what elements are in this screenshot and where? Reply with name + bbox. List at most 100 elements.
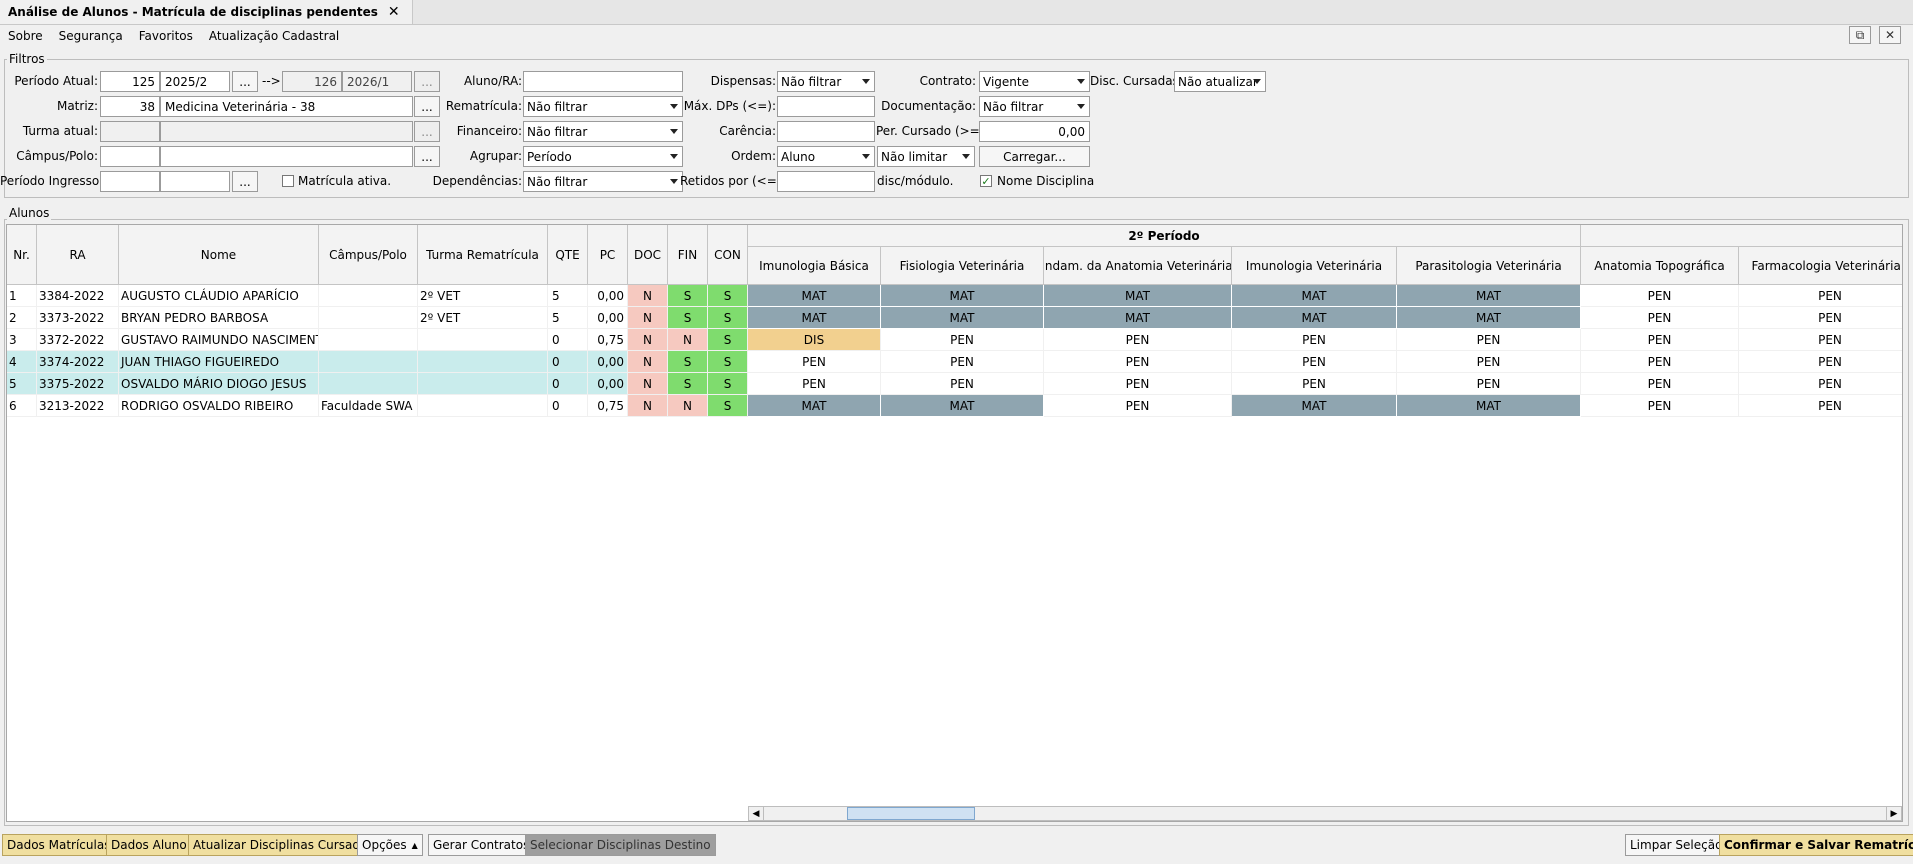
menu-seguranca[interactable]: Segurança <box>59 29 123 43</box>
table-cell-doc[interactable]: N <box>628 351 668 373</box>
discipline-status-cell[interactable]: PEN <box>1581 373 1739 395</box>
table-cell-pc[interactable]: 0,75 <box>588 329 628 351</box>
column-header[interactable]: QTE <box>548 225 588 285</box>
checkbox-checked-icon[interactable]: ✓ <box>980 175 992 187</box>
selecionar-disciplinas-button[interactable]: Selecionar Disciplinas Destino <box>525 834 716 856</box>
column-header[interactable]: Nome <box>119 225 319 285</box>
campus-code-field[interactable] <box>100 146 160 167</box>
menu-atualizacao-cadastral[interactable]: Atualização Cadastral <box>209 29 339 43</box>
discipline-status-cell[interactable]: PEN <box>748 351 881 373</box>
discipline-status-cell[interactable]: PEN <box>881 351 1044 373</box>
discipline-status-cell[interactable]: PEN <box>1397 329 1581 351</box>
table-cell-nome[interactable]: OSVALDO MÁRIO DIOGO JESUS <box>119 373 319 395</box>
table-cell-campus[interactable] <box>319 307 418 329</box>
max-dps-input[interactable] <box>777 96 875 117</box>
column-header[interactable]: Imunologia Básica <box>748 247 881 285</box>
limitar-select[interactable]: Não limitar <box>877 146 975 167</box>
periodo-ingresso-lookup-button[interactable]: ... <box>232 171 258 192</box>
table-cell-nr[interactable]: 6 <box>7 395 37 417</box>
table-cell-qte[interactable]: 0 <box>548 329 588 351</box>
table-cell-doc[interactable]: N <box>628 307 668 329</box>
financeiro-select[interactable]: Não filtrar <box>523 121 683 142</box>
table-cell-campus[interactable] <box>319 329 418 351</box>
discipline-status-cell[interactable]: PEN <box>1044 373 1232 395</box>
table-cell-nome[interactable]: BRYAN PEDRO BARBOSA <box>119 307 319 329</box>
menu-favoritos[interactable]: Favoritos <box>139 29 193 43</box>
discipline-status-cell[interactable]: MAT <box>881 285 1044 307</box>
discipline-status-cell[interactable]: PEN <box>1739 285 1902 307</box>
matriz-field[interactable]: Medicina Veterinária - 38 <box>160 96 413 117</box>
table-cell-pc[interactable]: 0,00 <box>588 373 628 395</box>
table-cell-doc[interactable]: N <box>628 329 668 351</box>
column-header[interactable]: DOC <box>628 225 668 285</box>
scroll-left-icon[interactable]: ◀ <box>749 807 764 820</box>
dependencias-select[interactable]: Não filtrar <box>523 171 683 192</box>
discipline-status-cell[interactable]: PEN <box>1581 285 1739 307</box>
table-cell-qte[interactable]: 5 <box>548 307 588 329</box>
discipline-status-cell[interactable]: PEN <box>1739 307 1902 329</box>
discipline-status-cell[interactable]: PEN <box>1739 351 1902 373</box>
column-header[interactable]: Fisiologia Veterinária <box>881 247 1044 285</box>
discipline-status-cell[interactable]: MAT <box>1044 285 1232 307</box>
discipline-status-cell[interactable]: MAT <box>1232 285 1397 307</box>
carregar-button[interactable]: Carregar... <box>979 146 1090 167</box>
tab-window-title[interactable]: Análise de Alunos - Matrícula de discipl… <box>0 0 413 24</box>
periodo-atual-code-field[interactable]: 125 <box>100 71 160 92</box>
table-cell-ra[interactable]: 3384-2022 <box>37 285 119 307</box>
menu-sobre[interactable]: Sobre <box>8 29 43 43</box>
table-cell-nr[interactable]: 3 <box>7 329 37 351</box>
table-cell-con[interactable]: S <box>708 307 748 329</box>
scrollbar-thumb[interactable] <box>847 807 975 820</box>
discipline-status-cell[interactable]: PEN <box>1739 329 1902 351</box>
discipline-status-cell[interactable]: PEN <box>748 373 881 395</box>
discipline-status-cell[interactable]: PEN <box>1044 395 1232 417</box>
discipline-status-cell[interactable]: PEN <box>1739 373 1902 395</box>
table-cell-fin[interactable]: S <box>668 351 708 373</box>
table-cell-doc[interactable]: N <box>628 285 668 307</box>
table-cell-fin[interactable]: S <box>668 373 708 395</box>
per-cursado-input[interactable]: 0,00 <box>979 121 1090 142</box>
discipline-status-cell[interactable]: PEN <box>1397 351 1581 373</box>
table-cell-con[interactable]: S <box>708 351 748 373</box>
atualizar-disciplinas-button[interactable]: Atualizar Disciplinas Cursadas <box>188 834 379 856</box>
discipline-status-cell[interactable]: PEN <box>881 373 1044 395</box>
agrupar-select[interactable]: Período <box>523 146 683 167</box>
table-cell-turma[interactable]: 2º VET <box>418 307 548 329</box>
table-cell-pc[interactable]: 0,00 <box>588 285 628 307</box>
table-cell-nr[interactable]: 2 <box>7 307 37 329</box>
table-cell-campus[interactable]: Faculdade SWA ... <box>319 395 418 417</box>
discipline-status-cell[interactable]: PEN <box>1044 329 1232 351</box>
gerar-contratos-button[interactable]: Gerar Contratos <box>428 834 535 856</box>
table-cell-ra[interactable]: 3375-2022 <box>37 373 119 395</box>
aluno-ra-input[interactable] <box>523 71 683 92</box>
discipline-status-cell[interactable]: PEN <box>1232 351 1397 373</box>
table-cell-campus[interactable] <box>319 373 418 395</box>
column-header[interactable]: PC <box>588 225 628 285</box>
discipline-status-cell[interactable]: PEN <box>1581 351 1739 373</box>
campus-field[interactable] <box>160 146 413 167</box>
discipline-status-cell[interactable]: MAT <box>1232 395 1397 417</box>
window-close-icon[interactable]: ✕ <box>1879 26 1901 44</box>
opcoes-button[interactable]: Opções ▲ <box>357 834 423 856</box>
dados-matriculas-button[interactable]: Dados Matrículas <box>2 834 116 856</box>
table-cell-nome[interactable]: AUGUSTO CLÁUDIO APARÍCIO <box>119 285 319 307</box>
table-cell-ra[interactable]: 3373-2022 <box>37 307 119 329</box>
discipline-status-cell[interactable]: PEN <box>1232 329 1397 351</box>
table-cell-nr[interactable]: 1 <box>7 285 37 307</box>
matricula-ativa-checkbox[interactable] <box>282 175 294 187</box>
discipline-status-cell[interactable]: PEN <box>1739 395 1902 417</box>
column-header[interactable]: CON <box>708 225 748 285</box>
dispensas-select[interactable]: Não filtrar <box>777 71 875 92</box>
table-cell-con[interactable]: S <box>708 395 748 417</box>
table-cell-campus[interactable] <box>319 285 418 307</box>
column-header[interactable]: Parasitologia Veterinária <box>1397 247 1581 285</box>
table-cell-nome[interactable]: JUAN THIAGO FIGUEIREDO <box>119 351 319 373</box>
table-cell-qte[interactable]: 5 <box>548 285 588 307</box>
table-cell-turma[interactable] <box>418 351 548 373</box>
scroll-right-icon[interactable]: ▶ <box>1886 807 1901 820</box>
matriz-code-field[interactable]: 38 <box>100 96 160 117</box>
table-cell-fin[interactable]: N <box>668 395 708 417</box>
table-cell-ra[interactable]: 3374-2022 <box>37 351 119 373</box>
discipline-status-cell[interactable]: PEN <box>1581 395 1739 417</box>
carencia-input[interactable] <box>777 121 875 142</box>
